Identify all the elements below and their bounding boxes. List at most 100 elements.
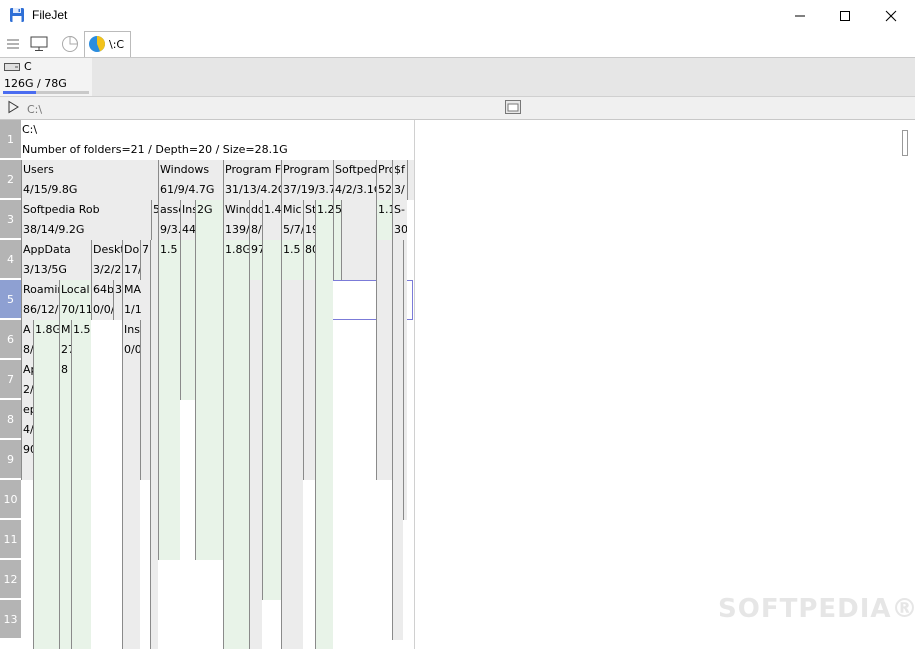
folder-small[interactable]: 90	[21, 440, 33, 480]
folder-softpedia[interactable]: Softped 4/2/3.1G	[333, 160, 376, 200]
scrollbar-thumb[interactable]	[902, 130, 908, 156]
folder-name: 8	[61, 363, 68, 376]
folder-small[interactable]: 1.5	[281, 240, 303, 280]
folder-block[interactable]	[315, 240, 333, 649]
folder-small[interactable]: 1.5	[71, 320, 91, 360]
folder-small[interactable]: 5	[151, 200, 158, 240]
folder-appdata[interactable]: AppData 3/13/5G	[21, 240, 91, 280]
folder-users[interactable]: Users 4/15/9.8G	[21, 160, 158, 200]
folder-small[interactable]: 1.2	[315, 200, 333, 240]
drive-pie-icon	[89, 36, 105, 52]
folder-block[interactable]	[59, 400, 71, 649]
folder-block[interactable]	[392, 240, 403, 640]
folder-local[interactable]: Local 70/11	[59, 280, 91, 320]
folder-roaming[interactable]: Roamin 86/12/	[21, 280, 59, 320]
folder-small[interactable]: 1.4	[262, 200, 281, 240]
hard-drive-icon	[4, 63, 20, 71]
folder-block[interactable]	[71, 360, 91, 649]
row-header[interactable]: 9	[0, 440, 21, 479]
folder-block[interactable]	[403, 200, 407, 520]
folder-assembly[interactable]: asse 9/3.	[158, 200, 180, 240]
drive-item-c[interactable]: C 126G / 78G	[0, 58, 92, 97]
folder-small[interactable]: 8	[59, 360, 71, 400]
folder-block[interactable]	[262, 240, 281, 600]
folder-s[interactable]: S- 30	[392, 200, 407, 240]
folder-softpedia-rob[interactable]: Softpedia Rob 38/14/9.2G	[21, 200, 151, 240]
root-folder[interactable]: C:\ Number of folders=21 / Depth=20 / Siz…	[21, 120, 414, 160]
folder-name: 1.5	[283, 243, 301, 256]
folder-small[interactable]: 2G	[195, 200, 223, 240]
folder-block[interactable]	[195, 240, 223, 560]
folder-block[interactable]	[150, 240, 158, 649]
folder-windows-sub[interactable]: Wind 139/	[223, 200, 249, 240]
folder-ma[interactable]: MA 1/1	[122, 280, 150, 320]
folder-desktop[interactable]: Deskt 3/2/2	[91, 240, 122, 280]
folder-a[interactable]: A 8/	[21, 320, 33, 360]
row-header[interactable]: 3	[0, 200, 21, 239]
row-header[interactable]: 2	[0, 160, 21, 199]
folder-block[interactable]	[376, 240, 392, 480]
folder-microsoft[interactable]: Mic 5/7/	[281, 200, 303, 240]
tab-drive-c[interactable]: \:C	[84, 31, 131, 57]
folder-block[interactable]	[180, 240, 195, 400]
folder-st[interactable]: St 19	[303, 200, 315, 240]
folder-do[interactable]: do 8/	[249, 200, 262, 240]
row-header[interactable]: 5	[0, 280, 21, 319]
folder-small[interactable]: 1.1	[376, 200, 392, 240]
row-header[interactable]: 13	[0, 600, 21, 639]
folder-installer[interactable]: Ins 44/	[180, 200, 195, 240]
row-header[interactable]: 4	[0, 240, 21, 279]
row-header[interactable]: 12	[0, 560, 21, 599]
folder-windows[interactable]: Windows 61/9/4.7G	[158, 160, 223, 200]
folder-block[interactable]	[33, 360, 59, 649]
folder-small[interactable]: 1.8G	[223, 240, 249, 280]
folder-program[interactable]: Program 37/19/3.7	[281, 160, 333, 200]
minimize-button[interactable]	[777, 0, 823, 31]
folder-block[interactable]	[407, 160, 414, 200]
folder-block[interactable]	[158, 280, 180, 560]
row-header[interactable]: 7	[0, 360, 21, 399]
menu-button[interactable]	[2, 33, 24, 55]
row-header[interactable]: 6	[0, 320, 21, 359]
folder-name: Softped	[335, 163, 376, 176]
folder-small[interactable]: 80	[303, 240, 315, 280]
folder-block[interactable]	[223, 280, 249, 649]
folder-small[interactable]: 1.8G	[33, 320, 59, 360]
folder-tree-view[interactable]: C:\ Number of folders=21 / Depth=20 / Siz…	[21, 120, 414, 649]
folder-small[interactable]: 7	[140, 240, 150, 280]
row-header[interactable]: 11	[0, 520, 21, 559]
folder-sfa[interactable]: $f 3/	[392, 160, 407, 200]
folder-block[interactable]	[281, 280, 303, 649]
row-header[interactable]: 8	[0, 400, 21, 439]
folder-name: ep	[23, 403, 33, 416]
folder-m[interactable]: M 27	[59, 320, 71, 360]
folder-name: Ins	[182, 203, 195, 216]
close-button[interactable]	[868, 0, 914, 31]
folder-documents[interactable]: Do 17/	[122, 240, 140, 280]
folder-program-files[interactable]: Program F 31/13/4.2G	[223, 160, 281, 200]
folder-small[interactable]: 3	[113, 280, 122, 320]
folder-ap[interactable]: Ap 2/	[21, 360, 33, 400]
folder-name: 1.2	[317, 203, 333, 216]
folder-small[interactable]: 1.5	[158, 240, 180, 280]
path-input[interactable]	[25, 99, 501, 119]
folder-info: 61/9/4.7G	[160, 183, 215, 196]
folder-block[interactable]	[122, 360, 140, 649]
folder-block[interactable]	[341, 200, 376, 280]
folder-small[interactable]: 97	[249, 240, 262, 280]
folder-block[interactable]	[249, 280, 262, 649]
folder-pro[interactable]: Pro 52/	[376, 160, 392, 200]
folder-block[interactable]	[333, 240, 341, 280]
row-header[interactable]: 1	[0, 120, 21, 159]
browse-folder-icon[interactable]	[505, 100, 521, 114]
folder-installer-sub[interactable]: Ins 0/0	[122, 320, 140, 360]
chart-view-button[interactable]	[59, 33, 81, 55]
play-icon[interactable]	[6, 100, 20, 114]
computer-button[interactable]	[28, 33, 50, 55]
folder-64bit[interactable]: 64b 0/0/	[91, 280, 113, 320]
row-header[interactable]: 10	[0, 480, 21, 519]
folder-small[interactable]: 5	[333, 200, 341, 240]
folder-name: S-	[394, 203, 405, 216]
folder-ep[interactable]: ep 4/	[21, 400, 33, 440]
maximize-button[interactable]	[822, 0, 868, 31]
